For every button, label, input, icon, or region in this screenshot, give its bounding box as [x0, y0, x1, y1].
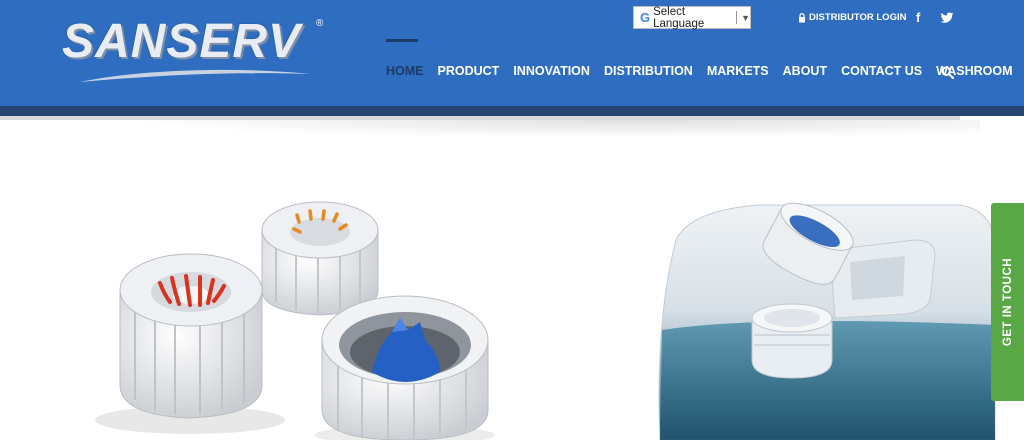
language-select-divider: [736, 11, 738, 24]
nav-distribution[interactable]: DISTRIBUTION: [604, 64, 693, 78]
google-icon: G: [639, 10, 651, 25]
hero-product-image: [95, 201, 996, 440]
header-shadow-fade: [120, 120, 980, 138]
nav-contact-us[interactable]: CONTACT US: [841, 64, 922, 78]
language-select-label: Select Language: [653, 5, 705, 30]
logo-wordmark: SANSERV: [62, 15, 302, 68]
nav-product[interactable]: PRODUCT: [438, 64, 500, 78]
distributor-login-label: DISTRIBUTOR LOGIN: [809, 12, 907, 23]
get-in-touch-tab[interactable]: GET IN TOUCH: [991, 203, 1024, 401]
nav-markets[interactable]: MARKETS: [707, 64, 769, 78]
distributor-login-link[interactable]: DISTRIBUTOR LOGIN: [798, 12, 906, 23]
nav-home[interactable]: HOME: [386, 64, 424, 78]
registered-mark: ®: [316, 18, 324, 29]
main-nav: HOME PRODUCT INNOVATION DISTRIBUTION MAR…: [386, 64, 1024, 78]
facebook-icon[interactable]: f: [916, 10, 920, 25]
header-bottom-band: [0, 106, 1024, 116]
get-in-touch-label: GET IN TOUCH: [1001, 257, 1014, 347]
search-icon[interactable]: [941, 66, 954, 79]
language-select[interactable]: G Select Language ▼: [633, 5, 751, 30]
chevron-down-icon: ▼: [741, 12, 750, 23]
active-nav-indicator: [386, 39, 418, 42]
twitter-icon[interactable]: [940, 11, 954, 25]
nav-about[interactable]: ABOUT: [783, 64, 827, 78]
lock-icon: [799, 12, 805, 22]
nav-innovation[interactable]: INNOVATION: [513, 64, 590, 78]
logo-swoosh: [80, 69, 311, 82]
sanserv-logo[interactable]: SANSERV ®: [62, 14, 332, 84]
